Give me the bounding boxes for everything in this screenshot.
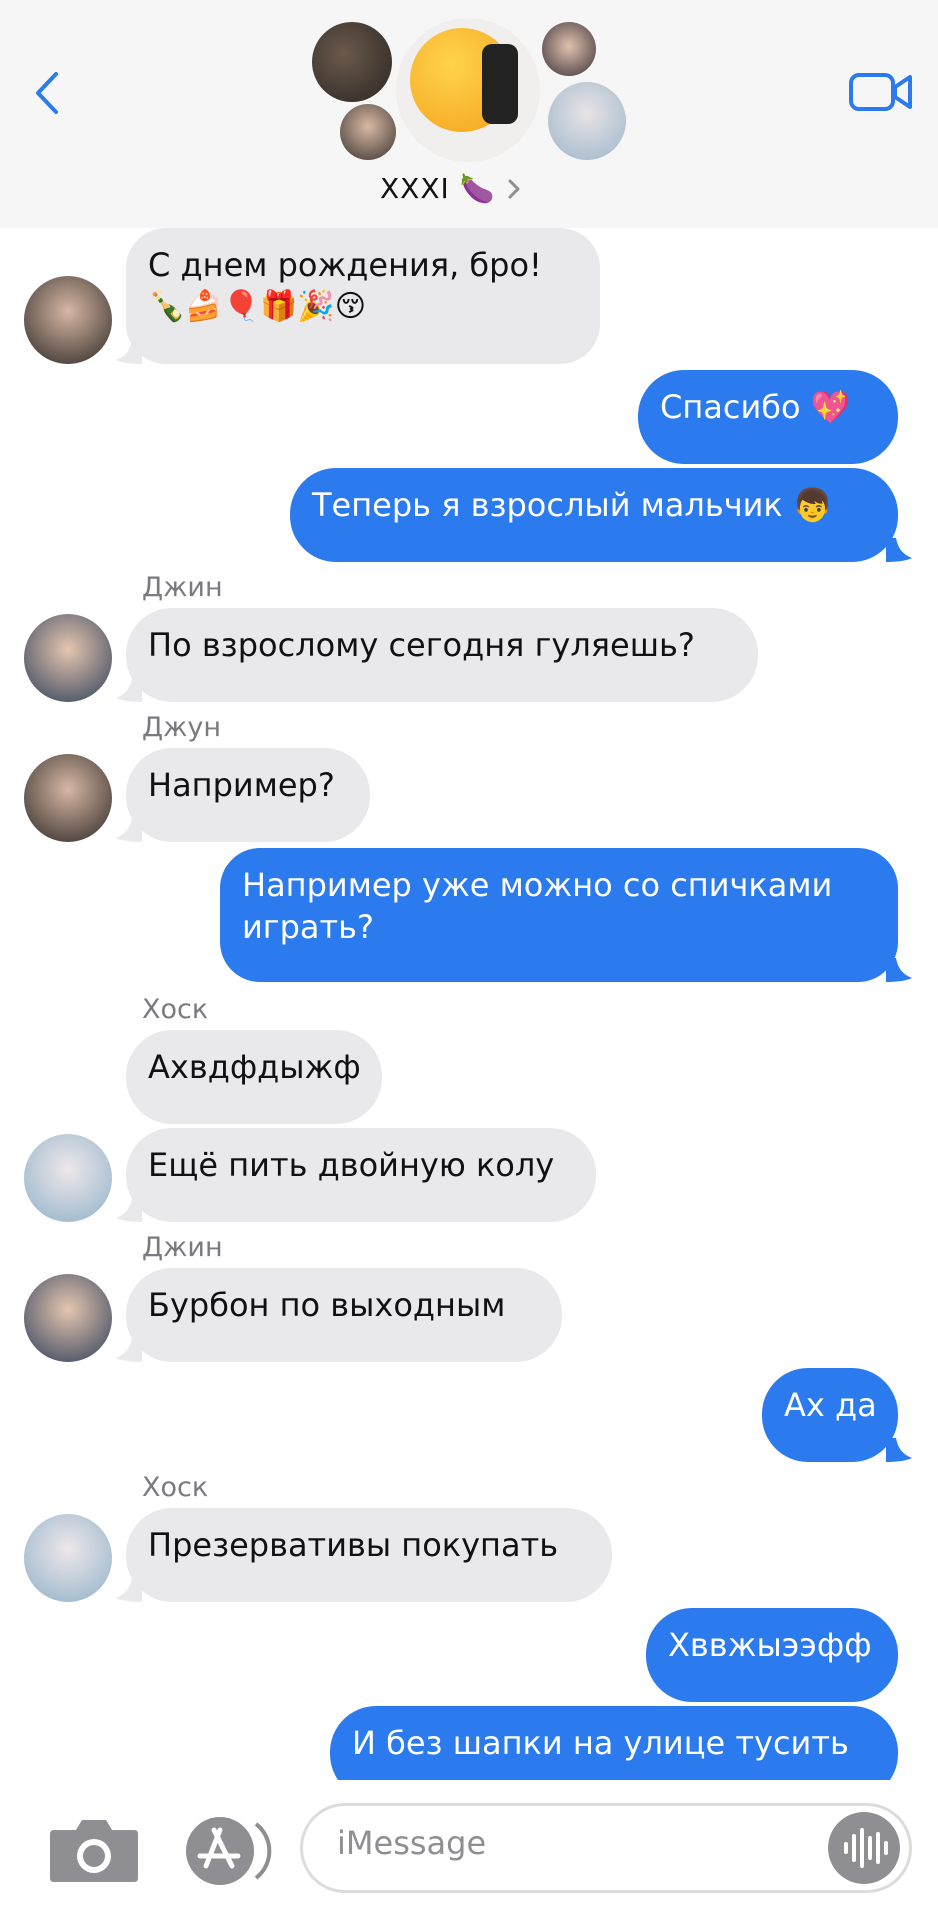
group-avatar-2[interactable] [340,104,396,160]
avatar-sender[interactable] [24,754,112,842]
group-avatar-main[interactable] [396,18,540,162]
bubble-tail [886,538,912,562]
group-avatar-4[interactable] [548,82,626,160]
incoming-message[interactable]: Бурбон по выходным [126,1268,562,1362]
video-camera-icon[interactable] [848,70,914,114]
message-input[interactable]: iMessage [300,1803,912,1893]
incoming-message[interactable]: По взрослому сегодня гуляешь? [126,608,758,702]
sender-name: Хоск [142,1472,209,1503]
bubble-tail [116,1338,142,1362]
audio-waveform-icon[interactable] [828,1812,900,1884]
avatar-sender[interactable] [24,614,112,702]
outgoing-message[interactable]: Спасибо 💖 [638,370,898,464]
sender-name: Джун [142,712,222,743]
chevron-left-icon[interactable] [30,68,66,118]
avatar-sender[interactable] [24,276,112,364]
group-avatar-1[interactable] [312,22,392,102]
bubble-tail [886,1438,912,1462]
group-name[interactable]: XXXI 🍆 [380,172,580,205]
group-avatar-3[interactable] [542,22,596,76]
sender-name: Джин [142,572,223,603]
camera-icon[interactable] [48,1818,140,1884]
bubble-tail [116,1198,142,1222]
app-store-icon[interactable] [182,1814,278,1888]
outgoing-message[interactable]: Теперь я взрослый мальчик 👦 [290,468,898,562]
sticker-figure [482,44,518,124]
conversation-header: XXXI 🍆 [0,0,938,228]
incoming-message[interactable]: Например? [126,748,370,842]
avatar-sender[interactable] [24,1274,112,1362]
message-input-placeholder: iMessage [337,1824,487,1862]
bubble-tail [116,1578,142,1602]
incoming-message[interactable]: Ещё пить двойную колу [126,1128,596,1222]
bubble-tail [116,340,142,364]
sender-name: Хоск [142,994,209,1025]
outgoing-message[interactable]: Ах да [762,1368,898,1462]
incoming-message[interactable]: Ахвдфдыжф [126,1030,382,1124]
bubble-tail [886,958,912,982]
sender-name: Джин [142,1232,223,1263]
avatar-sender[interactable] [24,1514,112,1602]
incoming-message[interactable]: С днем рождения, бро! 🍾🍰🎈🎁🎉😚 [126,228,600,364]
bubble-tail [116,678,142,702]
bubble-tail [116,818,142,842]
incoming-message[interactable]: Презервативы покупать [126,1508,612,1602]
chevron-right-icon [508,179,520,199]
avatar-sender[interactable] [24,1134,112,1222]
outgoing-message[interactable]: Хввжыээфф [646,1608,898,1702]
outgoing-message[interactable]: Например уже можно со спичками играть? [220,848,898,982]
